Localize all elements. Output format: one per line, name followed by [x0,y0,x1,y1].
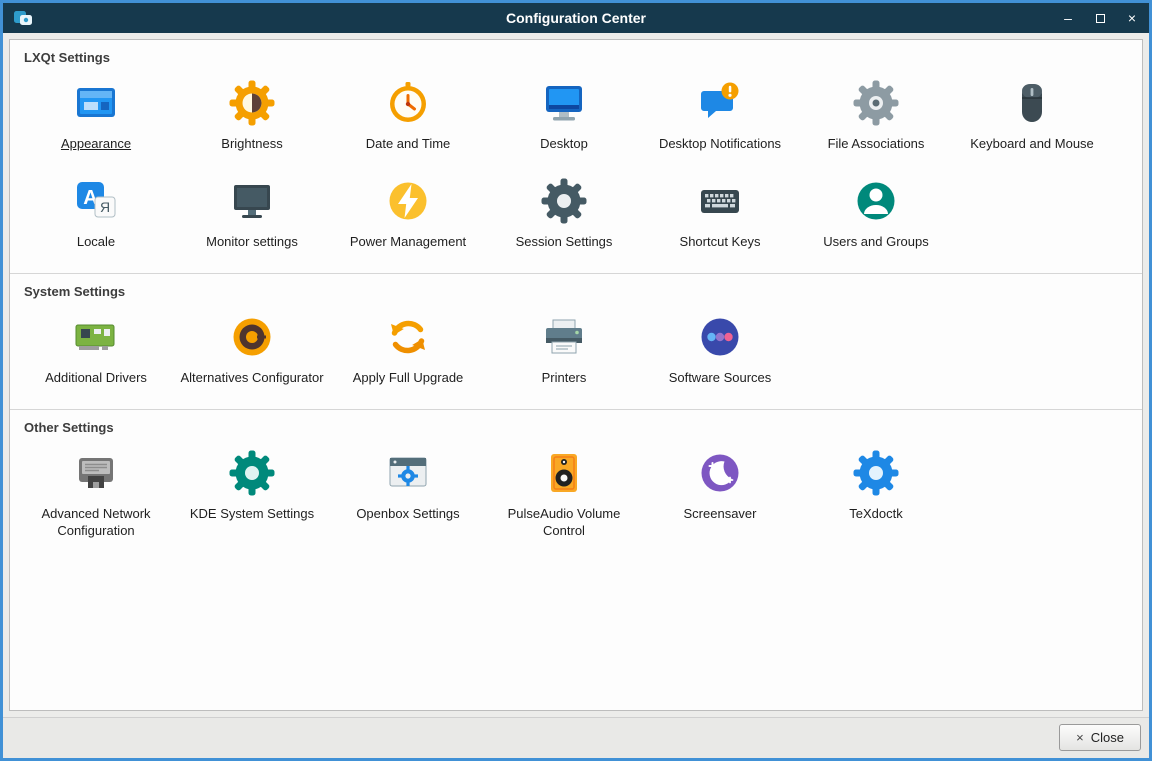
speaker-icon [540,449,588,497]
launcher-power-management[interactable]: Power Management [330,165,486,263]
launcher-label: Appearance [61,136,131,153]
launcher-label: Keyboard and Mouse [970,136,1094,153]
launcher-label: Desktop [540,136,588,153]
launcher-texdoctk[interactable]: TeXdoctk [798,437,954,552]
settings-section: LXQt Settings Appearance Brightness Date… [10,40,1142,273]
section-grid: Additional Drivers Alternatives Configur… [10,301,1142,405]
network-card-icon [72,449,120,497]
locale-icon: AЯ [72,177,120,225]
launcher-date-and-time[interactable]: Date and Time [330,67,486,165]
launcher-shortcut-keys[interactable]: Shortcut Keys [642,165,798,263]
gear-blue-icon [852,449,900,497]
launcher-label: Desktop Notifications [659,136,781,153]
launcher-label: Power Management [350,234,466,251]
launcher-label: Additional Drivers [45,370,147,387]
software-sources-icon [696,313,744,361]
settings-section: Other Settings Advanced Network Configur… [10,409,1142,562]
titlebar: Configuration Center – × [3,3,1149,33]
launcher-software-sources[interactable]: Software Sources [642,301,798,399]
keyboard-icon [696,177,744,225]
settings-panel: LXQt Settings Appearance Brightness Date… [9,39,1143,711]
settings-section: System Settings Additional Drivers Alter… [10,273,1142,409]
launcher-label: Locale [77,234,115,251]
brightness-icon [228,79,276,127]
printer-icon [540,313,588,361]
launcher-appearance[interactable]: Appearance [18,67,174,165]
launcher-label: Session Settings [516,234,613,251]
close-window-button[interactable]: × [1125,11,1139,25]
launcher-monitor-settings[interactable]: Monitor settings [174,165,330,263]
launcher-label: Openbox Settings [356,506,459,523]
launcher-apply-full-upgrade[interactable]: Apply Full Upgrade [330,301,486,399]
window-title: Configuration Center [3,10,1149,26]
mouse-icon [1008,79,1056,127]
driver-card-icon [72,313,120,361]
app-icon [13,8,33,28]
dialog-close-button[interactable]: × Close [1059,724,1141,751]
launcher-additional-drivers[interactable]: Additional Drivers [18,301,174,399]
launcher-users-and-groups[interactable]: Users and Groups [798,165,954,263]
launcher-session-settings[interactable]: Session Settings [486,165,642,263]
close-x-icon: × [1076,730,1084,745]
gear-gray-icon [852,79,900,127]
appearance-icon [72,79,120,127]
launcher-label: PulseAudio Volume Control [490,506,638,540]
refresh-icon [384,313,432,361]
monitor-icon [228,177,276,225]
section-title: System Settings [10,276,1142,301]
close-button-label: Close [1091,730,1124,745]
restore-button[interactable] [1093,11,1107,25]
launcher-file-associations[interactable]: File Associations [798,67,954,165]
launcher-desktop[interactable]: Desktop [486,67,642,165]
power-icon [384,177,432,225]
launcher-label: Users and Groups [823,234,929,251]
section-grid: Advanced Network Configuration KDE Syste… [10,437,1142,558]
section-title: Other Settings [10,412,1142,437]
openbox-icon [384,449,432,497]
launcher-screensaver[interactable]: Screensaver [642,437,798,552]
launcher-printers[interactable]: Printers [486,301,642,399]
desktop-icon [540,79,588,127]
launcher-label: Monitor settings [206,234,298,251]
launcher-locale[interactable]: AЯ Locale [18,165,174,263]
launcher-label: Shortcut Keys [680,234,761,251]
launcher-label: Software Sources [669,370,772,387]
launcher-desktop-notifications[interactable]: Desktop Notifications [642,67,798,165]
restore-icon [1096,14,1105,23]
clock-icon [384,79,432,127]
gear-dark-icon [540,177,588,225]
alternatives-icon [228,313,276,361]
launcher-label: Apply Full Upgrade [353,370,464,387]
launcher-alternatives-configurator[interactable]: Alternatives Configurator [174,301,330,399]
screensaver-icon [696,449,744,497]
main-area: LXQt Settings Appearance Brightness Date… [3,33,1149,717]
launcher-label: Alternatives Configurator [180,370,323,387]
launcher-openbox-settings[interactable]: Openbox Settings [330,437,486,552]
footer-bar: × Close [3,717,1149,758]
launcher-label: Advanced Network Configuration [22,506,170,540]
section-grid: Appearance Brightness Date and Time Desk… [10,67,1142,269]
configuration-center-window: Configuration Center – × LXQt Settings A… [0,0,1152,761]
launcher-pulseaudio-volume-control[interactable]: PulseAudio Volume Control [486,437,642,552]
launcher-brightness[interactable]: Brightness [174,67,330,165]
launcher-label: Brightness [221,136,282,153]
launcher-label: TeXdoctk [849,506,902,523]
launcher-advanced-network-configuration[interactable]: Advanced Network Configuration [18,437,174,552]
launcher-label: Printers [542,370,587,387]
launcher-label: File Associations [828,136,925,153]
launcher-label: Screensaver [684,506,757,523]
launcher-kde-system-settings[interactable]: KDE System Settings [174,437,330,552]
launcher-keyboard-and-mouse[interactable]: Keyboard and Mouse [954,67,1110,165]
svg-text:Я: Я [100,199,110,215]
launcher-label: KDE System Settings [190,506,314,523]
minimize-button[interactable]: – [1061,11,1075,25]
window-controls: – × [1061,11,1139,25]
launcher-label: Date and Time [366,136,451,153]
gear-teal-icon [228,449,276,497]
user-icon [852,177,900,225]
notification-icon [696,79,744,127]
section-title: LXQt Settings [10,42,1142,67]
